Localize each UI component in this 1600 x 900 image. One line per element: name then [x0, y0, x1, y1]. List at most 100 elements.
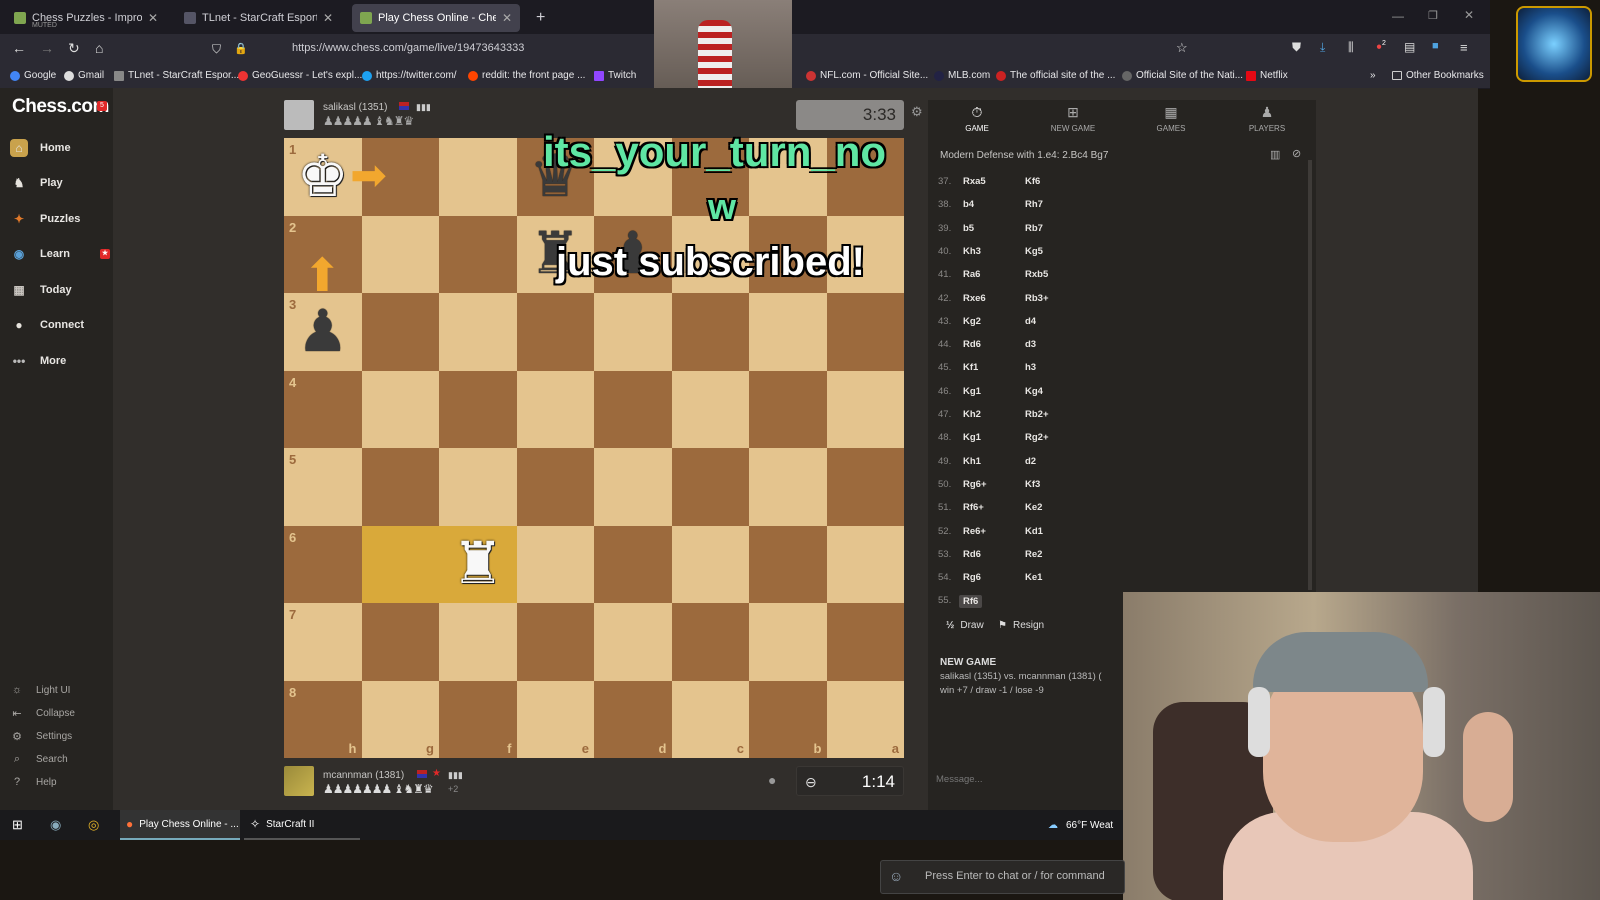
tab-chess-puzzles[interactable]: Chess Puzzles - Improve Your C ✕ MUTED — [6, 4, 166, 32]
black-move[interactable]: d3 — [1025, 339, 1036, 350]
square-c7[interactable] — [671, 603, 749, 681]
black-move[interactable]: Rb2+ — [1025, 409, 1049, 420]
bookmark-twitter[interactable]: https://twitter.com/ — [362, 70, 457, 81]
bookmark-geoguessr[interactable]: GeoGuessr - Let's expl... — [238, 70, 362, 81]
chrome-icon[interactable]: ◎ — [88, 810, 99, 840]
other-bookmarks[interactable]: Other Bookmarks — [1392, 70, 1484, 81]
home-icon[interactable]: ⌂ — [95, 40, 103, 56]
board-settings-gear-icon[interactable]: ⚙ — [911, 104, 923, 120]
sidebar-help[interactable]: ? Help — [10, 772, 57, 792]
square-c8[interactable]: c — [671, 680, 749, 758]
bookmark-nfl[interactable]: NFL.com - Official Site... — [806, 70, 928, 81]
black-move[interactable]: Rg2+ — [1025, 432, 1049, 443]
black-move[interactable]: Ke1 — [1025, 572, 1042, 583]
black-move[interactable]: Rb3+ — [1025, 293, 1049, 304]
bookmark-star-icon[interactable]: ☆ — [1176, 40, 1188, 56]
sidebar-item-more[interactable]: ••• More — [10, 347, 110, 375]
square-d8[interactable]: d — [594, 680, 672, 758]
tab-play-chess[interactable]: Play Chess Online - Chess.com ✕ — [352, 4, 520, 32]
square-f8[interactable]: f — [439, 680, 517, 758]
forward-icon[interactable]: → — [40, 40, 54, 56]
bottom-player-name[interactable]: mcannman (1381) — [323, 770, 404, 781]
square-a4[interactable] — [826, 370, 904, 448]
bookmark-tlnet[interactable]: TLnet - StarCraft Espor... — [114, 70, 239, 81]
white-move[interactable]: Rxe6 — [963, 293, 986, 304]
black-move[interactable]: h3 — [1025, 362, 1036, 373]
square-g4[interactable] — [361, 370, 439, 448]
square-f7[interactable] — [439, 603, 517, 681]
sidebar-item-learn[interactable]: ◉ Learn ★ — [10, 240, 110, 268]
extension-icon[interactable]: ●2 — [1376, 40, 1386, 52]
tab-game[interactable]: ⏱ GAME — [932, 104, 1022, 133]
square-f6[interactable]: ♜ — [439, 525, 517, 603]
white-move[interactable]: Re6+ — [963, 526, 986, 537]
square-f3[interactable] — [439, 293, 517, 371]
sidebar-item-today[interactable]: ▦ Today — [10, 276, 110, 304]
white-move[interactable]: Kh1 — [963, 456, 981, 467]
minimize-icon[interactable]: — — [1392, 9, 1404, 23]
top-player-name[interactable]: salikasl (1351) — [323, 102, 387, 113]
square-a7[interactable] — [826, 603, 904, 681]
black-move[interactable]: d4 — [1025, 316, 1036, 327]
sidebar-collapse[interactable]: ⇤ Collapse — [10, 703, 75, 723]
white-move[interactable]: Rg6 — [963, 572, 981, 583]
windows-start-icon[interactable]: ⊞ — [12, 810, 23, 840]
square-f4[interactable] — [439, 370, 517, 448]
chat-bubble-icon[interactable]: ● — [768, 772, 776, 788]
account-icon[interactable]: ■ — [1432, 40, 1439, 52]
bookmark-netflix[interactable]: Netflix — [1246, 70, 1288, 81]
black-move[interactable]: Re2 — [1025, 549, 1042, 560]
square-g3[interactable] — [361, 293, 439, 371]
back-icon[interactable]: ← — [12, 40, 26, 56]
bookmark-official-site[interactable]: The official site of the ... — [996, 70, 1115, 81]
resign-button[interactable]: ⚑ Resign — [998, 620, 1044, 631]
square-e4[interactable] — [516, 370, 594, 448]
square-f2[interactable] — [439, 215, 517, 293]
square-a6[interactable] — [826, 525, 904, 603]
sidebar-item-home[interactable]: ⌂ Home — [10, 134, 110, 162]
square-b3[interactable] — [749, 293, 827, 371]
square-g5[interactable] — [361, 448, 439, 526]
library-icon[interactable]: ⫼ — [1348, 40, 1354, 55]
square-f5[interactable] — [439, 448, 517, 526]
square-h5[interactable]: 5 — [284, 448, 362, 526]
taskbar-item-firefox[interactable]: ● Play Chess Online - ... — [120, 810, 240, 840]
square-a3[interactable] — [826, 293, 904, 371]
window-close-icon[interactable]: ✕ — [1464, 8, 1474, 22]
white-move[interactable]: Rxa5 — [963, 176, 986, 187]
tab-games[interactable]: ▦ GAMES — [1126, 104, 1216, 133]
app-icon[interactable]: ◉ — [50, 810, 61, 840]
square-d3[interactable] — [594, 293, 672, 371]
white-move[interactable]: b5 — [963, 223, 974, 234]
bottom-player-avatar[interactable] — [284, 766, 314, 796]
chess-board[interactable]: 1 ♚ ♛ 2 ♜ ♟ 3 ♟ 4 5 6 ♜ 7 8 h g f e d c b a — [284, 138, 904, 758]
new-tab-button[interactable]: + — [528, 4, 554, 32]
square-h4[interactable]: 4 — [284, 370, 362, 448]
black-move[interactable]: Kf6 — [1025, 176, 1040, 187]
black-move[interactable]: Rxb5 — [1025, 269, 1048, 280]
square-b6[interactable] — [749, 525, 827, 603]
chat-input[interactable]: Press Enter to chat or / for command — [925, 870, 1105, 882]
weather-widget[interactable]: ☁ 66°F Weat — [1048, 810, 1113, 840]
black-move[interactable]: d2 — [1025, 456, 1036, 467]
square-a8[interactable]: a — [826, 680, 904, 758]
bookmark-google[interactable]: Google — [10, 70, 56, 81]
square-e8[interactable]: e — [516, 680, 594, 758]
black-move[interactable]: Kf3 — [1025, 479, 1040, 490]
white-move[interactable]: Rg6+ — [963, 479, 987, 490]
white-move[interactable]: b4 — [963, 199, 974, 210]
square-c6[interactable] — [671, 525, 749, 603]
chevron-right-icon[interactable]: » — [1370, 70, 1376, 81]
game-chat-box[interactable]: ☺ Press Enter to chat or / for command — [880, 860, 1125, 894]
reload-icon[interactable]: ↻ — [68, 40, 80, 57]
white-move[interactable]: Rf6 — [959, 595, 983, 609]
url-bar[interactable]: https://www.chess.com/game/live/19473643… — [292, 42, 524, 54]
white-move[interactable]: Rd6 — [963, 339, 981, 350]
bookmark-official-site-nation[interactable]: Official Site of the Nati... — [1122, 70, 1243, 81]
sidebar-item-play[interactable]: ♞ Play — [10, 169, 110, 197]
bookmark-twitch[interactable]: Twitch — [594, 70, 636, 81]
bookmark-reddit[interactable]: reddit: the front page ... — [468, 70, 585, 81]
square-c3[interactable] — [671, 293, 749, 371]
square-h6[interactable]: 6 — [284, 525, 362, 603]
square-c4[interactable] — [671, 370, 749, 448]
